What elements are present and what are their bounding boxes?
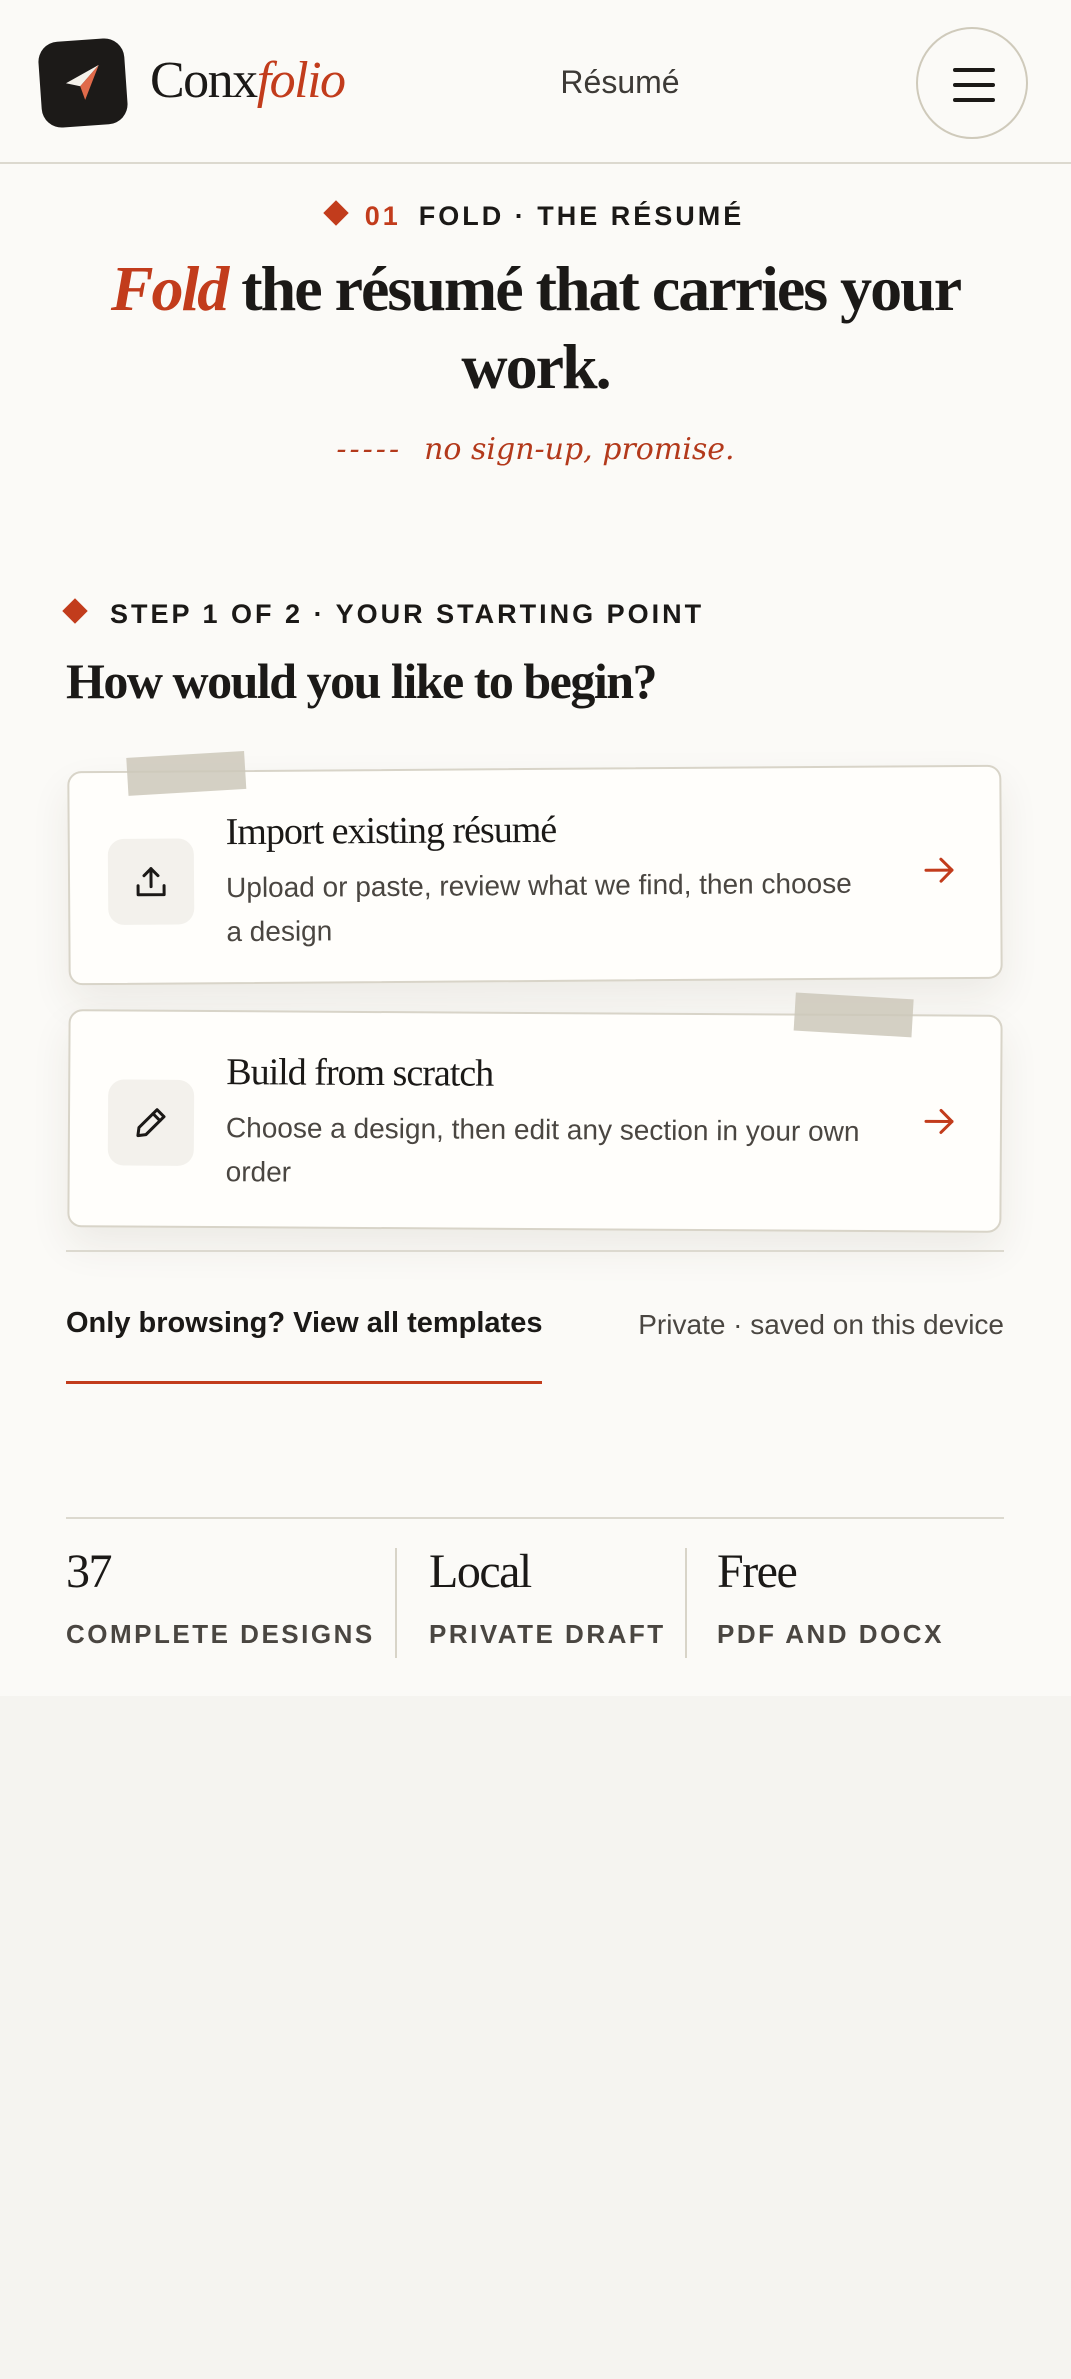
stat-label: PDF AND DOCX [717, 1619, 944, 1649]
hero-eyebrow-text: FOLD · THE RÉSUMÉ [418, 201, 745, 231]
stat-label: COMPLETE DESIGNS [66, 1619, 375, 1649]
pencil-icon [136, 1108, 166, 1138]
diamond-icon [322, 200, 349, 226]
import-resume-card[interactable]: Import existing résumé Upload or paste, … [67, 750, 1003, 986]
privacy-note: Private · saved on this device [638, 1309, 1004, 1340]
upload-icon [136, 867, 166, 897]
build-from-scratch-card[interactable]: Build from scratch Choose a design, then… [67, 992, 1003, 1233]
stat-label: PRIVATE DRAFT [429, 1619, 666, 1649]
divider [66, 1517, 1004, 1519]
card-title: Build from scratch [226, 1051, 494, 1095]
stat-separator [685, 1548, 687, 1658]
site-header: Conxfolio Résumé [0, 0, 1071, 164]
arrow-right-icon [924, 857, 954, 883]
stat-separator [395, 1548, 397, 1658]
tape-decoration [126, 750, 247, 796]
stat-designs: 37 COMPLETE DESIGNS [66, 1544, 386, 1658]
diamond-icon [62, 598, 88, 624]
stat-draft: Local PRIVATE DRAFT [429, 1544, 689, 1658]
menu-button[interactable] [916, 27, 1028, 139]
brand-name[interactable]: Conxfolio [150, 46, 346, 116]
brand-prefix: Conx [150, 52, 258, 109]
arrow-right-icon [924, 1108, 954, 1134]
note-text: no sign-up, promise. [424, 432, 735, 467]
stat-value: Free [717, 1545, 798, 1598]
view-all-templates-link[interactable]: Only browsing? View all templates [66, 1302, 543, 1384]
hero-eyebrow: 01 FOLD · THE RÉSUMÉ [0, 196, 1071, 236]
card-icon-box [107, 838, 195, 925]
brand-accent: folio [256, 52, 346, 109]
hero-eyebrow-number: 01 [364, 201, 401, 231]
logo[interactable] [37, 37, 129, 129]
note-dashes: ----- [336, 432, 403, 467]
card-icon-box [107, 1079, 195, 1166]
page: Conxfolio Résumé 01 FOLD · THE RÉSUMÉ Fol… [0, 0, 1071, 1696]
handwritten-note: ----- no sign-up, promise. [0, 428, 1071, 472]
card-title: Import existing résumé [225, 808, 557, 854]
step-eyebrow-text: STEP 1 OF 2 · YOUR STARTING POINT [110, 599, 705, 629]
tape-decoration [793, 992, 914, 1038]
paper-plane-icon [65, 64, 99, 100]
card-description: Upload or paste, review what we find, th… [225, 867, 852, 948]
nav-resume-link[interactable]: Résumé [520, 60, 720, 104]
page-title-accent: Fold [110, 253, 229, 324]
step-title: How would you like to begin? [66, 653, 658, 709]
page-title-rest: the résumé that carries your work. [227, 253, 962, 402]
stat-value: Local [429, 1545, 532, 1598]
stat-formats: Free PDF AND DOCX [717, 1544, 997, 1658]
step-eyebrow: STEP 1 OF 2 · YOUR STARTING POINT [62, 594, 966, 634]
divider [66, 1250, 1004, 1252]
card-description: Choose a design, then edit any section i… [225, 1112, 860, 1188]
stat-value: 37 [66, 1545, 113, 1598]
page-title: Fold the résumé that carries your work. [100, 250, 971, 406]
